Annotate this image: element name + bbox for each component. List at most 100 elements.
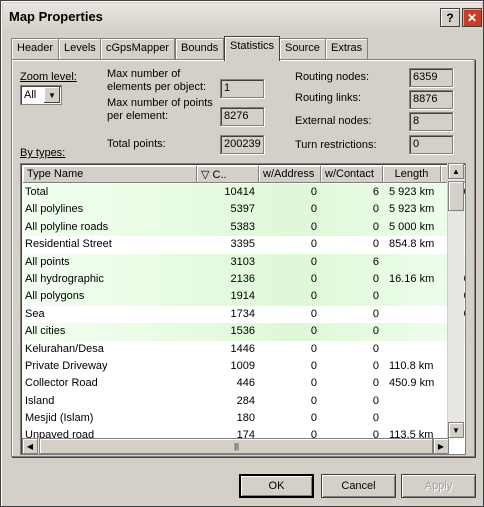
table-row[interactable]: All points 3103 0 6	[23, 253, 465, 271]
count-cell: 1446	[230, 342, 255, 355]
tab-statistics[interactable]: Statistics	[224, 36, 281, 61]
column-header-with-contact[interactable]: w/Contact	[321, 166, 383, 183]
external-nodes-field: 8	[409, 112, 453, 131]
type-name-cell: All hydrographic	[25, 272, 104, 285]
table-row[interactable]: Sea173400250	[23, 306, 465, 323]
type-name-cell: Total	[25, 186, 49, 198]
column-header-type-name[interactable]: Type Name	[23, 166, 197, 183]
by-types-label: By types:	[20, 147, 66, 159]
type-name-cell: All cities	[25, 325, 66, 338]
sort-desc-icon: ▽	[201, 169, 210, 181]
routing-nodes-label: Routing nodes:	[295, 71, 369, 83]
close-icon: ✕	[466, 10, 478, 25]
with-address-cell: 0	[310, 377, 317, 390]
table-row[interactable]: Residential Street 3395 0 0 854.8 km	[23, 236, 465, 253]
table-row[interactable]: Total10414065 923 km250	[23, 184, 465, 202]
table-row[interactable]: All polygons191400250	[23, 288, 465, 306]
horizontal-scroll-thumb[interactable]: ||||	[39, 438, 433, 454]
with-address-cell: 0	[310, 307, 317, 320]
length-cell: 450.9 km	[389, 377, 435, 390]
count-cell: 3103	[230, 255, 255, 268]
with-address-cell: 0	[310, 342, 317, 355]
scroll-up-button[interactable]: ▲	[448, 163, 464, 179]
with-contact-cell: 0	[372, 359, 379, 372]
column-header-with-address[interactable]: w/Address	[259, 166, 321, 183]
with-address-cell: 0	[310, 238, 317, 251]
table-row[interactable]: Kelurahan/Desa 1446 0 0	[23, 341, 465, 358]
turn-restrictions-field: 0	[409, 135, 453, 154]
type-name-cell: Residential Street	[25, 238, 112, 251]
with-address-cell: 0	[310, 220, 317, 233]
count-cell: 5383	[230, 220, 255, 233]
with-contact-cell: 6	[372, 186, 379, 198]
table-row[interactable]: Collector Road 446 0 0 450.9 km	[23, 375, 465, 392]
length-cell: 854.8 km	[389, 238, 435, 251]
ok-button[interactable]: OK	[239, 474, 314, 498]
vertical-scroll-thumb[interactable]	[448, 181, 464, 211]
with-address-cell: 0	[310, 325, 317, 338]
type-name-cell: All points	[25, 255, 70, 268]
apply-button[interactable]: Apply	[401, 474, 476, 498]
type-name-cell: Collector Road	[25, 377, 98, 390]
with-contact-cell: 0	[372, 272, 379, 285]
zoom-level-select[interactable]: All ▼	[20, 85, 62, 105]
with-contact-cell: 0	[372, 394, 379, 407]
table-row[interactable]: Island 284 0 0	[23, 393, 465, 410]
horizontal-scrollbar[interactable]: ◀ |||| ▶	[22, 438, 449, 454]
tab-bounds[interactable]: Bounds	[175, 38, 225, 59]
scroll-right-button[interactable]: ▶	[433, 438, 449, 454]
with-contact-cell: 0	[372, 325, 379, 338]
tab-cgpsmapper[interactable]: cGpsMapper	[100, 38, 175, 59]
vertical-scrollbar[interactable]: ▲ ▼	[447, 163, 464, 438]
with-contact-cell: 0	[372, 220, 379, 233]
length-cell: 5 923 km	[389, 186, 435, 198]
tab-extras[interactable]: Extras	[325, 38, 369, 59]
arrow-up-icon: ▲	[452, 166, 460, 176]
tab-levels[interactable]: Levels	[58, 38, 102, 59]
chevron-down-icon[interactable]: ▼	[44, 87, 60, 103]
cancel-button[interactable]: Cancel	[321, 474, 396, 498]
turn-restrictions-label: Turn restrictions:	[295, 139, 377, 151]
type-name-cell: Kelurahan/Desa	[25, 342, 104, 355]
with-address-cell: 0	[310, 394, 317, 407]
scroll-down-button[interactable]: ▼	[448, 422, 464, 438]
count-cell: 1536	[230, 325, 255, 338]
arrow-down-icon: ▼	[452, 425, 460, 435]
grip-icon: ||||	[233, 441, 239, 451]
count-cell: 3395	[230, 238, 255, 251]
table-row[interactable]: Mesjid (Islam) 180 0 0	[23, 410, 465, 427]
window-title: Map Properties	[9, 9, 103, 24]
help-button[interactable]: ?	[440, 8, 460, 27]
zoom-level-label: Zoom level:	[20, 71, 77, 83]
count-cell: 1734	[230, 307, 255, 320]
scroll-left-button[interactable]: ◀	[22, 438, 38, 454]
with-contact-cell: 0	[372, 290, 379, 303]
type-name-cell: Sea	[25, 307, 45, 320]
max-objects-label-line2: elements per object:	[107, 81, 207, 93]
type-name-cell: Private Driveway	[25, 359, 108, 372]
with-address-cell: 0	[310, 359, 317, 372]
help-icon: ?	[446, 10, 454, 25]
with-address-cell: 0	[310, 272, 317, 285]
with-contact-cell: 0	[372, 412, 379, 425]
length-cell: 16.16 km	[389, 272, 435, 285]
table-row[interactable]: All hydrographic21360016.16 km250	[23, 270, 465, 289]
type-name-cell: Mesjid (Islam)	[25, 412, 94, 425]
types-listview[interactable]: Type Name ▽ C.. w/Address w/Contact Leng…	[20, 163, 466, 455]
table-row[interactable]: All polylines 5397 0 0 5 923 km	[23, 201, 465, 219]
table-row[interactable]: Private Driveway 1009 0 0 110.8 km	[23, 358, 465, 375]
column-header-length[interactable]: Length	[383, 166, 441, 183]
table-row[interactable]: All cities1536001	[23, 323, 465, 341]
tab-header[interactable]: Header	[11, 38, 60, 59]
length-cell: 110.8 km	[389, 359, 434, 372]
tab-source[interactable]: Source	[279, 38, 326, 59]
column-header-count[interactable]: ▽ C..	[197, 166, 259, 183]
arrow-right-icon: ▶	[437, 441, 445, 451]
with-address-cell: 0	[310, 412, 317, 425]
close-button[interactable]: ✕	[462, 8, 482, 27]
title-bar[interactable]: Map Properties ? ✕	[3, 3, 482, 31]
with-address-cell: 0	[310, 186, 317, 198]
with-contact-cell: 0	[372, 377, 379, 390]
table-row[interactable]: All polyline roads 5383 0 0 5 000 km	[23, 218, 465, 237]
with-address-cell: 0	[310, 290, 317, 303]
